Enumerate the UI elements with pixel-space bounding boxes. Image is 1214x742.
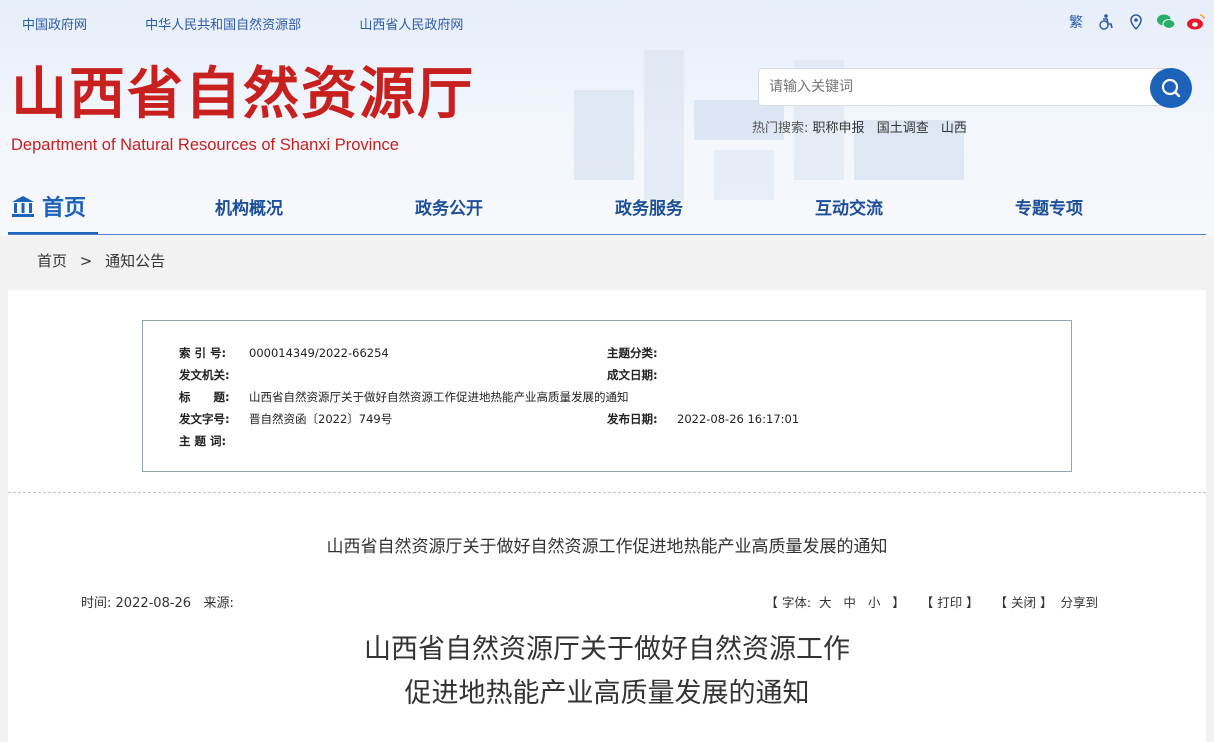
- nav-item-about[interactable]: 机构概况: [215, 194, 283, 219]
- hot-keyword[interactable]: 职称申报: [813, 121, 865, 136]
- nav-home-label: 首页: [42, 196, 87, 221]
- breadcrumb-current[interactable]: 通知公告: [105, 252, 165, 270]
- site-header: 中国政府网 中华人民共和国自然资源部 山西省人民政府网 繁 山西省自然资源厅 D…: [0, 0, 1214, 236]
- nav-item-services[interactable]: 政务服务: [615, 194, 683, 219]
- article-info: 时间: 2022-08-26 来源:: [81, 592, 234, 611]
- hot-keyword[interactable]: 国土调查: [877, 121, 929, 136]
- meta-docno-label: 发文字号:: [179, 412, 230, 426]
- link-mnr[interactable]: 中华人民共和国自然资源部: [145, 18, 301, 33]
- wechat-icon[interactable]: [1156, 12, 1176, 32]
- meta-keywords-label: 主 题 词:: [179, 434, 227, 448]
- hot-keyword[interactable]: 山西: [941, 121, 967, 136]
- article-title: 山西省自然资源厅关于做好自然资源工作促进地热能产业高质量发展的通知: [326, 537, 888, 557]
- nav-item-home[interactable]: 首页: [8, 180, 98, 235]
- font-size-large-button[interactable]: 大: [819, 595, 832, 610]
- meta-publish: 发布日期: 2022-08-26 16:17:01: [607, 411, 799, 427]
- dashed-divider: [8, 492, 1206, 493]
- time-label: 时间:: [81, 596, 112, 611]
- accessibility-icon[interactable]: [1096, 12, 1116, 32]
- hot-search: 热门搜索: 职称申报 国土调查 山西: [752, 117, 975, 136]
- font-size-label: 【 字体:: [765, 595, 812, 610]
- search-input[interactable]: [758, 68, 1168, 106]
- font-size-bracket: 】: [892, 595, 905, 610]
- site-logo-cn[interactable]: 山西省自然资源厅: [11, 62, 475, 126]
- traditional-chinese-toggle[interactable]: 繁: [1066, 12, 1086, 32]
- location-icon[interactable]: [1126, 12, 1146, 32]
- meta-index-value: 000014349/2022-66254: [249, 346, 389, 360]
- font-size-small-button[interactable]: 小: [868, 595, 881, 610]
- article-container: 索 引 号: 000014349/2022-66254 主题分类: 发文机关: 成…: [8, 290, 1206, 742]
- meta-publish-value: 2022-08-26 16:17:01: [677, 412, 800, 426]
- meta-topic: 主题分类:: [607, 345, 677, 361]
- meta-index: 索 引 号: 000014349/2022-66254: [179, 345, 389, 361]
- meta-topic-label: 主题分类:: [607, 346, 658, 360]
- meta-date: 成文日期:: [607, 367, 677, 383]
- link-gov-cn[interactable]: 中国政府网: [22, 18, 87, 33]
- article-heading-line-1: 山西省自然资源厅关于做好自然资源工作: [364, 634, 850, 665]
- search-icon: [1161, 78, 1181, 98]
- print-button[interactable]: 【 打印 】: [921, 595, 979, 610]
- meta-keywords: 主 题 词:: [179, 433, 249, 449]
- top-icons: 繁: [1066, 12, 1206, 32]
- meta-title-label: 标 题:: [179, 390, 230, 404]
- breadcrumb: 首页 > 通知公告: [37, 250, 165, 271]
- meta-docno-value: 晋自然资函〔2022〕749号: [249, 412, 393, 426]
- breadcrumb-home[interactable]: 首页: [37, 252, 67, 270]
- meta-index-label: 索 引 号:: [179, 346, 227, 360]
- traditional-label: 繁: [1069, 15, 1083, 31]
- weibo-icon[interactable]: [1186, 12, 1206, 32]
- source-label: 来源:: [203, 596, 234, 611]
- nav-item-affairs[interactable]: 政务公开: [415, 194, 483, 219]
- search-box: [758, 68, 1194, 108]
- main-nav: 首页 机构概况 政务公开 政务服务 互动交流 专题专项: [0, 180, 1214, 235]
- font-size-medium-button[interactable]: 中: [843, 595, 856, 610]
- meta-publish-label: 发布日期:: [607, 412, 658, 426]
- time-value: 2022-08-26: [115, 596, 192, 611]
- share-button[interactable]: 分享到: [1060, 595, 1098, 610]
- meta-issuer: 发文机关:: [179, 367, 249, 383]
- article-tools: 【 字体: 大 中 小 】 【 打印 】 【 关闭 】 分享到: [765, 592, 1098, 611]
- search-button[interactable]: [1150, 68, 1192, 108]
- meta-title-value: 山西省自然资源厅关于做好自然资源工作促进地热能产业高质量发展的通知: [249, 390, 629, 404]
- article-heading-line-2: 促进地热能产业高质量发展的通知: [404, 678, 810, 709]
- article-heading: 山西省自然资源厅关于做好自然资源工作 促进地热能产业高质量发展的通知: [8, 628, 1206, 716]
- breadcrumb-separator: >: [79, 252, 93, 270]
- close-button[interactable]: 【 关闭 】: [995, 595, 1053, 610]
- nav-item-topics[interactable]: 专题专项: [1015, 194, 1083, 219]
- nav-item-interaction[interactable]: 互动交流: [815, 194, 883, 219]
- hot-search-label: 热门搜索:: [752, 121, 809, 136]
- top-links: 中国政府网 中华人民共和国自然资源部 山西省人民政府网: [22, 14, 517, 33]
- link-shanxi-gov[interactable]: 山西省人民政府网: [359, 18, 463, 33]
- nav-divider: [8, 234, 1206, 235]
- meta-issuer-label: 发文机关:: [179, 368, 230, 382]
- document-metadata: 索 引 号: 000014349/2022-66254 主题分类: 发文机关: 成…: [142, 320, 1072, 472]
- site-logo-en: Department of Natural Resources of Shanx…: [11, 136, 399, 154]
- home-building-icon: [12, 196, 34, 217]
- meta-title: 标 题: 山西省自然资源厅关于做好自然资源工作促进地热能产业高质量发展的通知: [179, 389, 629, 405]
- meta-docno: 发文字号: 晋自然资函〔2022〕749号: [179, 411, 392, 427]
- meta-date-label: 成文日期:: [607, 368, 658, 382]
